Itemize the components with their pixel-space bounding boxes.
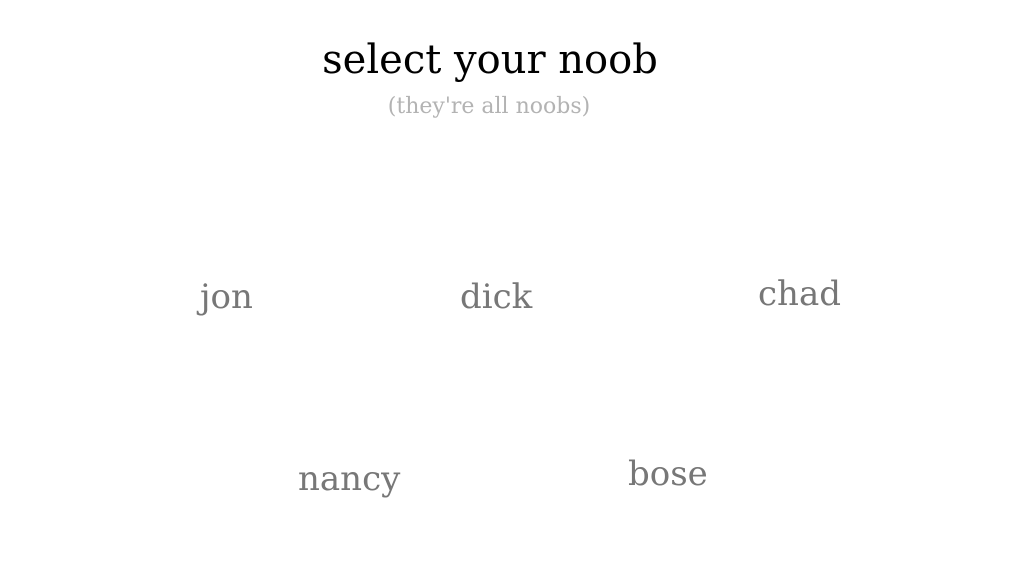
character-option-bose[interactable]: bose — [628, 457, 708, 491]
page-title: select your noob — [322, 37, 658, 83]
page-subtitle: (they're all noobs) — [387, 94, 591, 119]
character-option-nancy[interactable]: nancy — [298, 462, 400, 496]
character-option-dick[interactable]: dick — [460, 280, 532, 314]
character-select-screen: select your noob (they're all noobs) jon… — [0, 0, 1024, 576]
character-option-jon[interactable]: jon — [200, 280, 253, 314]
character-option-chad[interactable]: chad — [758, 277, 841, 311]
